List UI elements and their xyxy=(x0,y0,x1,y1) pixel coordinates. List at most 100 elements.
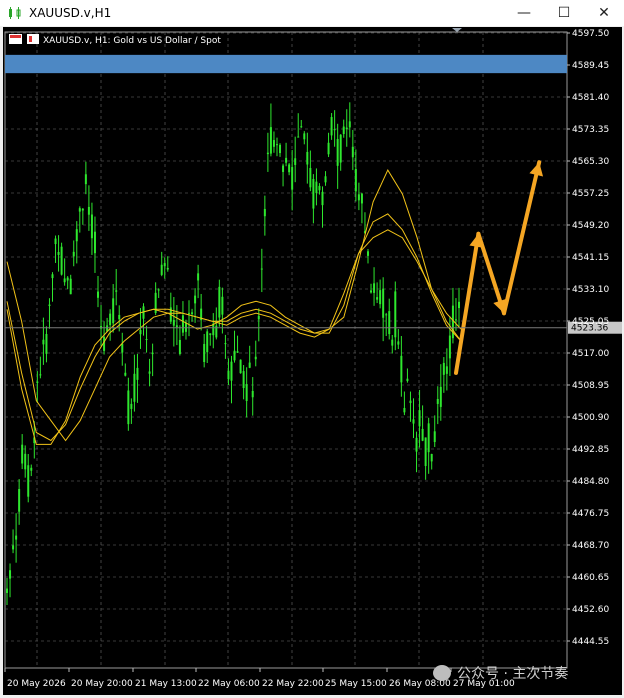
candle-body xyxy=(121,343,124,353)
candle-body xyxy=(351,146,354,158)
candle-body xyxy=(415,437,418,452)
chart-shift-marker-icon[interactable] xyxy=(452,28,462,32)
candle-body xyxy=(87,206,90,215)
x-tick-label: 22 May 06:00 xyxy=(198,679,260,689)
y-tick-label: 4533.10 xyxy=(572,285,609,295)
candle-body xyxy=(436,398,439,404)
candle-body xyxy=(272,140,275,147)
candle-body xyxy=(412,419,415,424)
depth-icon[interactable] xyxy=(27,34,39,44)
y-tick-label: 4500.90 xyxy=(572,413,609,423)
candle-body xyxy=(166,267,169,270)
candle-body xyxy=(360,193,363,204)
candle-body xyxy=(197,273,200,281)
candle-body xyxy=(357,194,360,201)
candle-body xyxy=(297,136,300,138)
candle-body xyxy=(45,333,48,354)
arrow-segment xyxy=(502,160,542,316)
candle-body xyxy=(421,428,424,441)
depth-icon-bar xyxy=(29,36,32,42)
y-tick-label: 4541.15 xyxy=(572,253,609,263)
candle-body xyxy=(266,152,269,155)
candle-body xyxy=(236,351,239,353)
y-tick-label: 4468.70 xyxy=(572,541,609,551)
candle-body xyxy=(36,381,39,383)
candle-body xyxy=(118,314,121,320)
candle-body xyxy=(279,144,282,154)
candle-body xyxy=(90,214,93,239)
candle-body xyxy=(66,277,69,281)
candle-body xyxy=(406,378,409,382)
candle-body xyxy=(109,313,112,326)
candle-body xyxy=(288,164,291,173)
candle-body xyxy=(206,331,209,353)
moving-average-line xyxy=(6,213,462,442)
y-tick-label: 4549.20 xyxy=(572,221,609,231)
y-tick-label: 4581.40 xyxy=(572,93,609,103)
candle-body xyxy=(263,208,266,217)
candle-body xyxy=(400,355,403,383)
candle-body xyxy=(303,133,306,140)
y-tick-label: 4444.55 xyxy=(572,637,609,647)
watermark: 公众号 · 主次节奏 xyxy=(433,663,568,683)
chart-app-icon xyxy=(9,7,21,19)
candle-body xyxy=(315,181,318,194)
x-tick-label: 25 May 15:00 xyxy=(325,679,387,689)
candle-body xyxy=(184,322,187,332)
chart-window[interactable]: 4523.36 4597.50 4589.45 4581.40 4573.35 4565… xyxy=(3,27,622,695)
candle-body xyxy=(48,304,51,306)
candle-body xyxy=(309,167,312,188)
y-tick-label: 4525.05 xyxy=(572,317,609,327)
minimize-button[interactable]: — xyxy=(504,0,544,26)
candle-body xyxy=(30,467,33,471)
candle-body xyxy=(84,174,87,185)
candle-body xyxy=(112,298,115,324)
moving-average-line xyxy=(6,229,462,445)
candle-body xyxy=(318,185,321,191)
candle-body xyxy=(12,545,15,550)
candle-body xyxy=(163,263,166,267)
candle-body xyxy=(133,373,136,402)
candle-body xyxy=(324,176,327,183)
candle-body xyxy=(257,315,260,320)
y-tick-label: 4476.75 xyxy=(572,509,609,519)
wechat-icon xyxy=(433,665,451,681)
candle-body xyxy=(433,431,436,443)
candle-body xyxy=(354,169,357,192)
candle-body xyxy=(188,312,191,314)
candle-body xyxy=(136,367,139,380)
candle-body xyxy=(54,238,57,245)
candle-body xyxy=(157,289,160,291)
candle-body xyxy=(345,127,348,130)
highlight-zone xyxy=(5,54,567,74)
candle-body xyxy=(275,144,278,146)
y-tick-label: 4573.35 xyxy=(572,125,609,135)
arrow-head xyxy=(529,162,544,177)
candle-body xyxy=(203,343,206,363)
watermark-text: 公众号 · 主次节奏 xyxy=(457,666,569,682)
candle-body xyxy=(178,339,181,354)
candle-body xyxy=(285,157,288,163)
y-tick-label: 4557.25 xyxy=(572,189,609,199)
price-chart[interactable]: 4523.36 4597.50 4589.45 4581.40 4573.35 4565… xyxy=(3,27,622,695)
y-tick-label: 4508.95 xyxy=(572,381,609,391)
maximize-button[interactable]: ☐ xyxy=(544,0,584,26)
candle-body xyxy=(224,343,227,345)
candle-body xyxy=(175,325,178,328)
chart-grid xyxy=(4,31,568,669)
y-tick-label: 4565.30 xyxy=(572,157,609,167)
candle-body xyxy=(42,339,45,345)
candle-body xyxy=(403,407,406,413)
x-tick-label: 20 May 2026 xyxy=(7,679,66,689)
candle-body xyxy=(254,356,257,360)
candle-body xyxy=(348,121,351,128)
moving-averages xyxy=(6,169,462,445)
candle-body xyxy=(151,352,154,355)
forecast-arrows xyxy=(454,160,544,375)
candle-body xyxy=(233,350,236,361)
candle-body xyxy=(15,535,18,540)
x-tick-label: 20 May 20:00 xyxy=(71,679,133,689)
candle-body xyxy=(439,386,442,407)
close-button[interactable]: ✕ xyxy=(584,0,624,26)
candle-body xyxy=(282,165,285,172)
